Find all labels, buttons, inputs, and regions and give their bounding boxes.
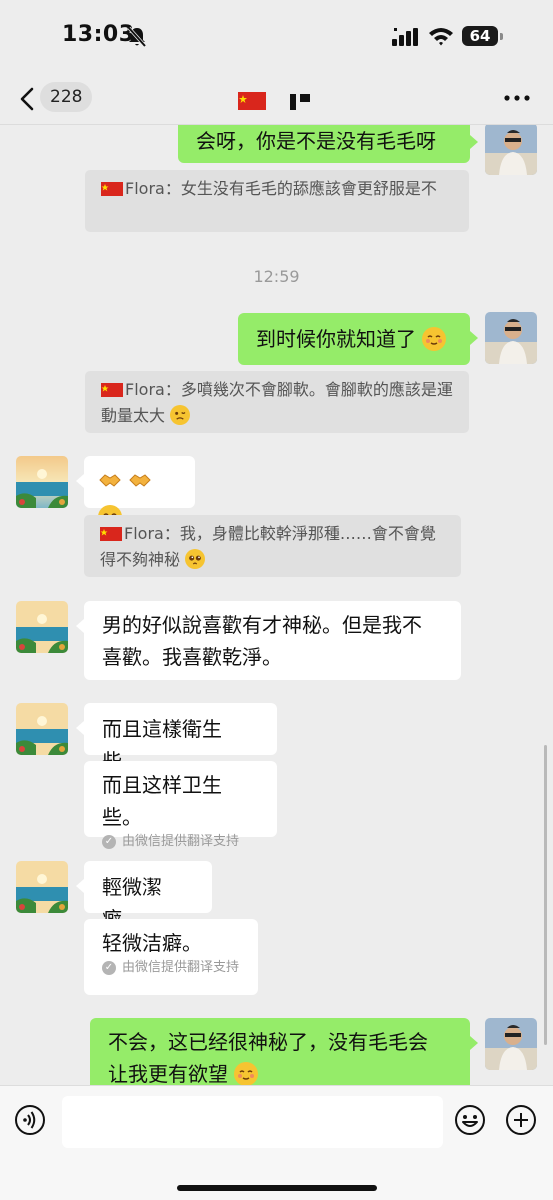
handshake-emoji-icon — [98, 468, 122, 492]
cellular-signal-icon — [392, 28, 418, 46]
translation-note: ✓ 由微信提供翻译支持 — [102, 833, 259, 851]
translation-card[interactable]: 而且这样卫生些。 ✓ 由微信提供翻译支持 — [84, 761, 277, 849]
translation-note-text: 由微信提供翻译支持 — [122, 960, 240, 975]
bubble-tail — [470, 135, 478, 149]
translated-text: 轻微洁癖。 — [102, 931, 202, 955]
my-avatar[interactable] — [485, 312, 537, 364]
home-indicator[interactable] — [177, 1185, 377, 1191]
quote-sender: Flora： — [125, 380, 181, 399]
message-text-line: 男的好似說喜歡有才神秘。但是我不 — [102, 613, 422, 637]
message-timestamp: 12:59 — [253, 267, 300, 286]
unread-count-badge[interactable]: 228 — [40, 82, 93, 112]
translation-card[interactable]: 轻微洁癖。 ✓ 由微信提供翻译支持 — [84, 919, 258, 995]
flag-icon — [101, 383, 123, 397]
wifi-icon — [429, 28, 453, 46]
quote-text: 女生没有毛毛的舔應該會更舒服是不 — [180, 179, 437, 198]
bubble-tail — [76, 879, 84, 893]
message-text-line: 不会，这已经很神秘了，没有毛毛会 — [108, 1030, 428, 1054]
my-avatar[interactable] — [485, 125, 537, 175]
bubble-tail — [76, 721, 84, 735]
plus-icon[interactable] — [505, 1104, 537, 1136]
check-circle-icon: ✓ — [102, 835, 116, 849]
message-input[interactable] — [62, 1096, 443, 1148]
contact-avatar[interactable] — [16, 861, 68, 913]
scrollbar[interactable] — [544, 745, 547, 1045]
more-dots-icon[interactable] — [504, 95, 530, 101]
bubble-tail — [470, 331, 478, 345]
received-message[interactable]: 輕微潔癖。 — [84, 861, 212, 931]
translation-note: ✓ 由微信提供翻译支持 — [102, 959, 240, 977]
sent-message[interactable]: 会呀，你是不是没有毛毛呀 — [178, 125, 470, 163]
flag-icon — [101, 182, 123, 196]
message-text: 到时候你就知道了 — [256, 327, 416, 351]
contact-avatar[interactable] — [16, 703, 68, 755]
bubble-tail — [470, 1036, 478, 1050]
message-text-line: 喜歡。我喜歡乾淨。 — [102, 645, 282, 669]
check-circle-icon: ✓ — [102, 961, 116, 975]
battery-cap — [500, 33, 503, 40]
status-time: 13:03 — [62, 22, 135, 47]
translated-text: 而且这样卫生些。 — [102, 773, 222, 829]
person-photo-icon — [485, 125, 537, 175]
status-bar: 13:03 64 — [0, 0, 553, 78]
sunset-sea-photo-icon — [16, 601, 68, 653]
chat-header: 228 — [0, 78, 553, 125]
quoted-reply[interactable]: Flora：我，身體比較幹淨那種……會不會覺得不夠神秘 — [84, 515, 461, 577]
quoted-reply[interactable]: Flora：多噴幾次不會腳軟。會腳軟的應該是運動量太大 — [85, 371, 469, 433]
pleading-face-emoji-icon — [185, 549, 206, 569]
sunset-sea-photo-icon — [16, 456, 68, 508]
redacted-name-block — [300, 94, 310, 102]
message-list[interactable]: 会呀，你是不是没有毛毛呀 Flora：女生没有毛毛的舔應該會更舒服是不 12:5… — [0, 125, 553, 1085]
sent-message[interactable]: 到时候你就知道了 — [238, 313, 470, 365]
person-photo-icon — [485, 1018, 537, 1070]
flag-icon — [238, 92, 266, 110]
contact-avatar[interactable] — [16, 456, 68, 508]
handshake-emoji-icon — [128, 468, 152, 492]
quote-sender: Flora： — [125, 179, 181, 198]
sunset-sea-photo-icon — [16, 703, 68, 755]
woozy-face-emoji-icon — [170, 405, 191, 425]
bubble-tail — [76, 619, 84, 633]
smiling-face-emoji-icon — [234, 1062, 259, 1085]
battery-level: 64 — [462, 26, 498, 46]
sent-message[interactable]: 不会，这已经很神秘了，没有毛毛会 让我更有欲望 — [90, 1018, 470, 1085]
contact-avatar[interactable] — [16, 601, 68, 653]
message-text-line: 让我更有欲望 — [108, 1062, 228, 1085]
blushing-face-emoji-icon — [422, 327, 447, 351]
redacted-name-block — [290, 94, 296, 110]
received-message[interactable] — [84, 456, 195, 529]
chat-title — [238, 88, 328, 110]
translation-note-text: 由微信提供翻译支持 — [122, 834, 240, 849]
voice-icon[interactable] — [14, 1104, 46, 1136]
quoted-reply[interactable]: Flora：女生没有毛毛的舔應該會更舒服是不 — [85, 170, 469, 232]
received-message[interactable]: 男的好似說喜歡有才神秘。但是我不 喜歡。我喜歡乾淨。 — [84, 601, 461, 680]
quote-sender: Flora： — [124, 524, 180, 543]
flag-icon — [100, 527, 122, 541]
bell-muted-icon — [127, 26, 147, 48]
message-text: 会呀，你是不是没有毛毛呀 — [196, 129, 436, 153]
chat-screen: 13:03 64 228 会呀，你是不是没有毛毛呀 Flora：女生没有毛毛的舔… — [0, 0, 553, 1200]
emoji-icon[interactable] — [454, 1104, 486, 1136]
battery-indicator: 64 — [462, 26, 506, 48]
my-avatar[interactable] — [485, 1018, 537, 1070]
received-message[interactable]: 而且這樣衛生些。 — [84, 703, 277, 773]
person-photo-icon — [485, 312, 537, 364]
chevron-left-icon[interactable] — [18, 86, 36, 112]
sunset-sea-photo-icon — [16, 861, 68, 913]
bubble-tail — [76, 474, 84, 488]
input-bar — [0, 1085, 553, 1200]
